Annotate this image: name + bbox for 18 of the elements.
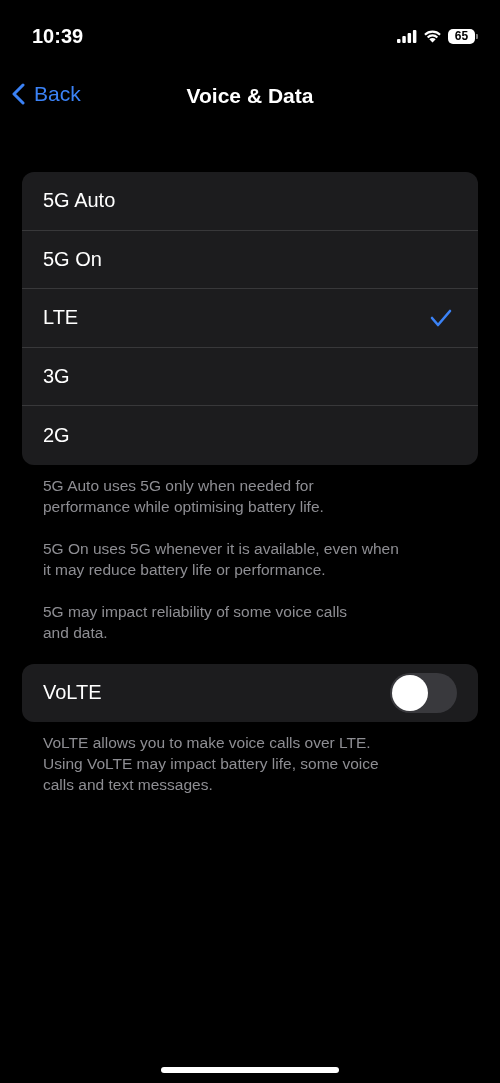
screen-title: Voice & Data — [186, 84, 314, 108]
chevron-left-icon — [12, 83, 25, 105]
clock-time: 10:39 — [32, 24, 84, 48]
footnote-text: 5G may impact reliability of some voice calls and data. — [43, 601, 349, 643]
back-button[interactable]: Back — [12, 82, 81, 106]
network-option[interactable]: LTE — [22, 289, 478, 348]
footnote-text: VoLTE allows you to make voice calls over LTE. Using VoLTE may impact battery life, some voice calls and text messages. — [43, 732, 380, 795]
footnote-text: 5G On uses 5G whenever it is available, even when it may reduce battery life or performance. — [43, 538, 400, 580]
network-option[interactable]: 5G Auto — [22, 172, 478, 231]
network-option[interactable]: 2G — [22, 406, 478, 465]
footnote-text: 5G Auto uses 5G only when needed for performance while optimising battery life. — [43, 475, 325, 517]
wifi-icon — [423, 29, 442, 43]
network-option[interactable]: 3G — [22, 347, 478, 406]
network-option[interactable]: 5G On — [22, 230, 478, 289]
volte-toggle[interactable] — [390, 672, 457, 713]
signal-icon — [397, 29, 417, 43]
volte-label: VoLTE — [43, 681, 102, 704]
battery-indicator: 65 — [448, 28, 475, 44]
